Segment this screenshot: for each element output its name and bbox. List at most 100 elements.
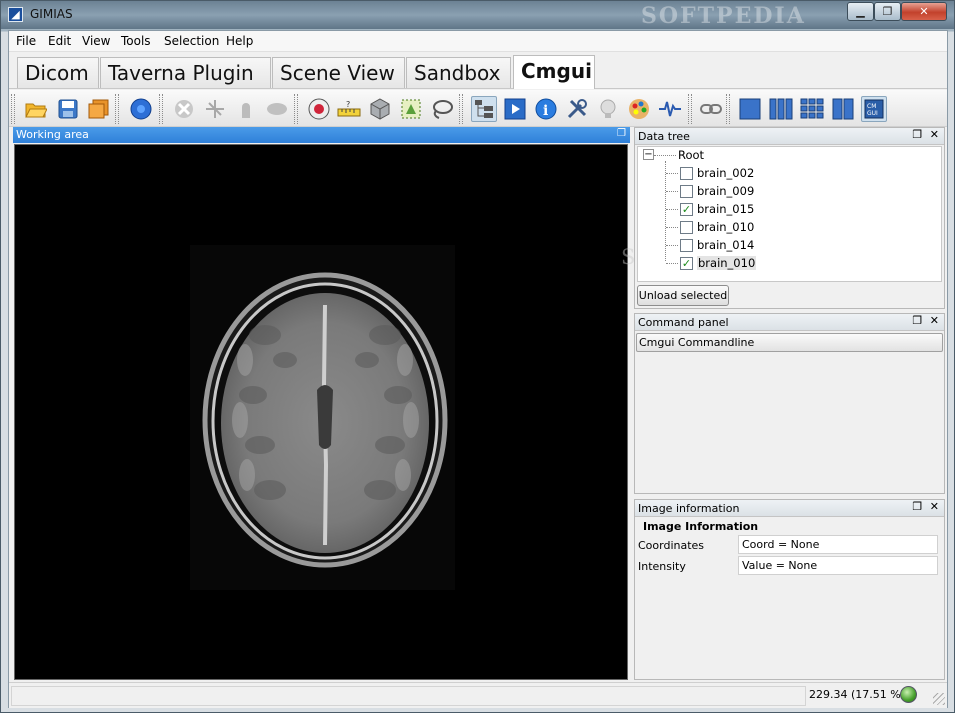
open-folder-icon[interactable] <box>23 96 49 122</box>
tree-item-checkbox-checked[interactable]: ✓ <box>680 257 693 270</box>
data-tree-header: Data tree ❐ ✕ <box>635 128 944 145</box>
tree-item[interactable]: ✓ brain_010 <box>638 255 938 273</box>
tree-item[interactable]: ✓ brain_015 <box>638 201 938 219</box>
collapse-icon[interactable]: − <box>643 149 654 160</box>
tree-item-checkbox[interactable] <box>680 185 693 198</box>
tab-dicom[interactable]: Dicom <box>17 57 99 88</box>
cmgui-view-icon[interactable]: CM GUI <box>861 96 887 122</box>
region-icon[interactable] <box>398 96 424 122</box>
tree-item-label: brain_010 <box>697 256 757 270</box>
record-icon[interactable] <box>306 96 332 122</box>
data-tree-panel: Data tree ❐ ✕ − Root brain_002 brain_009… <box>634 127 945 309</box>
fill-icon[interactable] <box>233 96 259 122</box>
image-info-title: Image information <box>638 502 740 515</box>
menu-edit[interactable]: Edit <box>48 34 71 48</box>
play-icon[interactable] <box>502 96 528 122</box>
watermark: SOFTPEDIA <box>641 3 806 29</box>
tab-sandbox[interactable]: Sandbox <box>406 57 511 88</box>
panel-controls[interactable]: ❐ ✕ <box>912 314 941 327</box>
minimize-button[interactable]: ▁ <box>847 2 874 21</box>
status-zoom: 229.34 (17.51 %) <box>809 688 906 701</box>
status-led-icon <box>900 686 917 703</box>
title-bar[interactable]: ◢ GIMIAS SOFTPEDIA ▁ ❐ ✕ <box>1 1 954 29</box>
app-window: ◢ GIMIAS SOFTPEDIA ▁ ❐ ✕ File Edit View … <box>0 0 955 713</box>
two-view-icon[interactable] <box>830 96 856 122</box>
crosshair-icon[interactable] <box>202 96 228 122</box>
tree-connector <box>666 173 678 174</box>
maximize-panel-icon[interactable]: ❐ <box>617 128 626 139</box>
close-button[interactable]: ✕ <box>901 2 947 21</box>
tree-item-checkbox[interactable] <box>680 239 693 252</box>
ellipse-icon[interactable] <box>264 96 290 122</box>
tree-item[interactable]: brain_014 <box>638 237 938 255</box>
menu-file[interactable]: File <box>16 34 36 48</box>
coordinates-label: Coordinates <box>638 539 705 552</box>
cube-icon[interactable] <box>367 96 393 122</box>
tree-item-label: brain_002 <box>697 166 755 180</box>
coordinates-value: Coord = None <box>738 535 938 554</box>
working-area-title: Working area <box>16 128 89 141</box>
cmgui-commandline-button[interactable]: Cmgui Commandline <box>636 333 943 352</box>
status-message-area <box>11 686 806 706</box>
toolbar-separator <box>115 94 119 124</box>
panel-controls[interactable]: ❐ ✕ <box>912 500 941 513</box>
tree-item[interactable]: brain_002 <box>638 165 938 183</box>
image-information-panel: Image information ❐ ✕ Image Information … <box>634 499 945 680</box>
working-area-header: Working area ❐ <box>13 127 630 143</box>
lightbulb-icon[interactable] <box>595 96 621 122</box>
measure-icon[interactable]: ? <box>336 96 362 122</box>
columns-view-icon[interactable] <box>768 96 794 122</box>
app-icon: ◢ <box>8 7 23 22</box>
palette-icon[interactable] <box>626 96 652 122</box>
menu-selection[interactable]: Selection <box>164 34 219 48</box>
maximize-button[interactable]: ❐ <box>874 2 901 21</box>
menu-view[interactable]: View <box>82 34 110 48</box>
intensity-value: Value = None <box>738 556 938 575</box>
tree-item-label: brain_015 <box>697 202 755 216</box>
save-icon[interactable] <box>55 96 81 122</box>
resize-grip-icon[interactable] <box>933 693 945 705</box>
lasso-icon[interactable] <box>429 96 455 122</box>
tree-root[interactable]: − Root <box>638 147 938 165</box>
tree-connector <box>666 209 678 210</box>
single-view-icon[interactable] <box>737 96 763 122</box>
image-info-heading: Image Information <box>643 520 759 533</box>
data-tree: − Root brain_002 brain_009 ✓ brain_015 b… <box>637 146 942 282</box>
toolbar-separator <box>294 94 298 124</box>
tree-item[interactable]: brain_010 <box>638 219 938 237</box>
brain-mri-image <box>15 145 627 679</box>
tree-connector <box>654 155 676 156</box>
toolbar-separator <box>726 94 730 124</box>
tools-icon[interactable] <box>564 96 590 122</box>
window-title: GIMIAS <box>30 7 73 21</box>
tree-item-checkbox[interactable] <box>680 221 693 234</box>
tree-item[interactable]: brain_009 <box>638 183 938 201</box>
info-icon[interactable]: i <box>533 96 559 122</box>
save-all-icon[interactable] <box>86 96 112 122</box>
tree-connector <box>666 191 678 192</box>
sphere-icon[interactable] <box>128 96 154 122</box>
tab-cmgui[interactable]: Cmgui <box>513 55 595 89</box>
menu-tools[interactable]: Tools <box>121 34 151 48</box>
tree-item-label: brain_014 <box>697 238 755 252</box>
toolbar-separator <box>11 94 15 124</box>
tree-item-checkbox-checked[interactable]: ✓ <box>680 203 693 216</box>
signal-icon[interactable] <box>657 96 683 122</box>
tree-connector <box>666 263 678 264</box>
command-panel-header: Command panel ❐ ✕ <box>635 314 944 331</box>
unload-selected-button[interactable]: Unload selected <box>637 285 729 306</box>
link-icon[interactable] <box>698 96 724 122</box>
render-viewport[interactable] <box>14 144 628 680</box>
svg-text:?: ? <box>346 100 350 109</box>
command-panel-title: Command panel <box>638 316 729 329</box>
image-info-header: Image information ❐ ✕ <box>635 500 944 517</box>
grid-view-icon[interactable] <box>799 96 825 122</box>
tab-scene-view[interactable]: Scene View <box>272 57 405 88</box>
data-tree-icon[interactable] <box>471 96 497 122</box>
panel-controls[interactable]: ❐ ✕ <box>912 128 941 141</box>
remove-icon[interactable] <box>171 96 197 122</box>
tab-taverna-plugin[interactable]: Taverna Plugin <box>100 57 271 88</box>
tree-item-checkbox[interactable] <box>680 167 693 180</box>
client-area: File Edit View Tools Selection Help Dico… <box>8 30 948 708</box>
menu-help[interactable]: Help <box>226 34 253 48</box>
